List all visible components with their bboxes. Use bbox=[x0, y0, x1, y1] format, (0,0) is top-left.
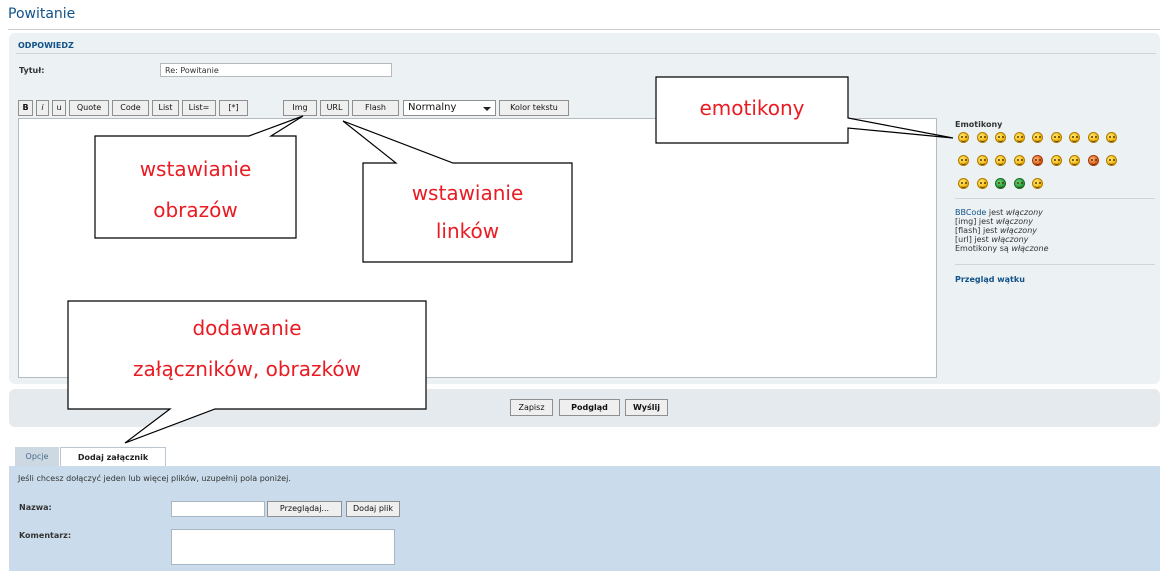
callout-images-line2: obrazów bbox=[153, 198, 238, 222]
callout-attachments-line2: załączników, obrazków bbox=[133, 357, 361, 381]
callout-links-line1: wstawianie bbox=[411, 181, 524, 205]
callout-links-line2: linków bbox=[435, 219, 500, 243]
callout-overlay bbox=[67, 76, 954, 444]
callout-emoticons-text: emotikony bbox=[699, 96, 805, 120]
callout-images-line1: wstawianie bbox=[139, 157, 252, 181]
callout-attachments-line1: dodawanie bbox=[192, 316, 302, 340]
